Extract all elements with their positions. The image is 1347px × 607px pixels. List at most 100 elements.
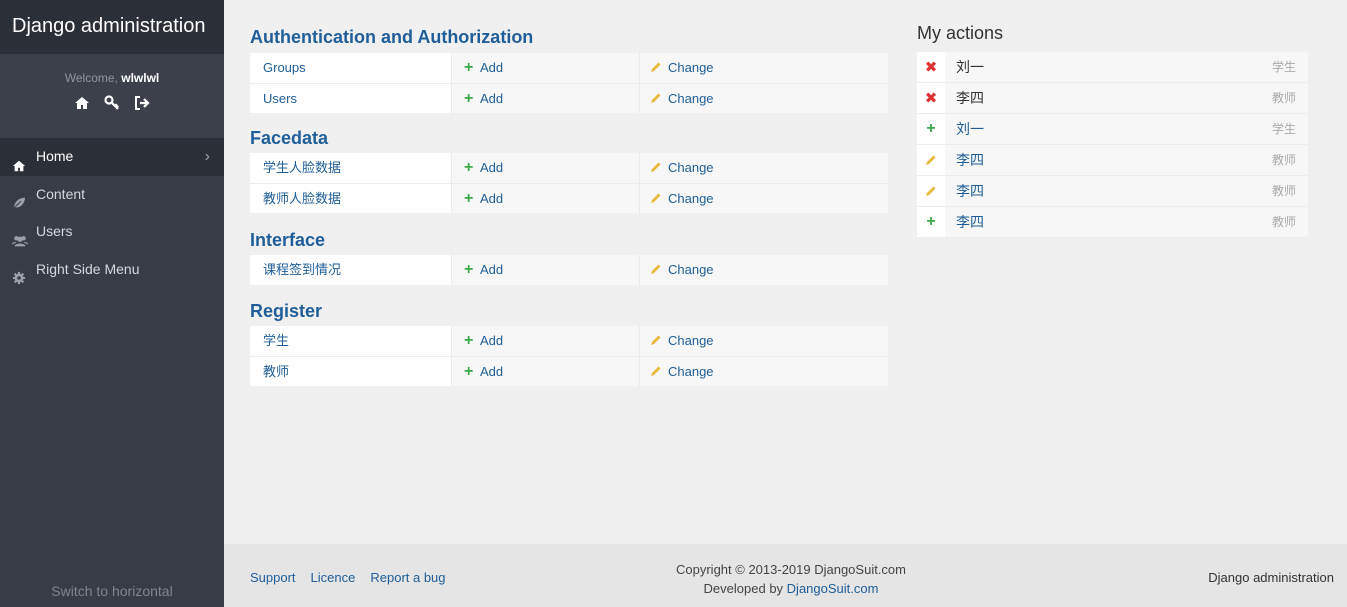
- sidebar-item-label: Content: [36, 185, 86, 202]
- plus-icon: +: [464, 190, 474, 207]
- action-item: ✖ 李四 教师: [917, 83, 1308, 114]
- sidebar: Django administration Welcome, wlwlwl Ho…: [0, 0, 224, 607]
- change-label: Change: [668, 91, 714, 106]
- model-row: 学生 + Add Change: [250, 326, 888, 356]
- change-link[interactable]: Change: [639, 255, 888, 285]
- model-name-link[interactable]: 教师: [250, 357, 451, 386]
- pencil-icon: [650, 256, 662, 274]
- footer-links: Support Licence Report a bug: [250, 570, 446, 585]
- add-link[interactable]: + Add: [451, 53, 639, 83]
- logout-icon[interactable]: [134, 95, 150, 111]
- add-label: Add: [480, 191, 504, 206]
- add-link[interactable]: + Add: [451, 326, 639, 356]
- add-icon: +: [917, 114, 945, 144]
- sidebar-item-home[interactable]: Home ›: [0, 138, 224, 176]
- add-icon: +: [917, 207, 945, 237]
- app-module-interface: Interface 课程签到情况 + Add Change: [250, 228, 888, 285]
- add-label: Add: [480, 364, 504, 379]
- report-bug-link[interactable]: Report a bug: [370, 570, 445, 585]
- sidebar-item-right-side-menu[interactable]: Right Side Menu: [0, 251, 224, 289]
- add-link[interactable]: + Add: [451, 184, 639, 213]
- sidebar-item-label: Right Side Menu: [36, 260, 140, 277]
- sidebar-item-label: Users: [36, 223, 73, 240]
- sidebar-item-users[interactable]: Users: [0, 213, 224, 251]
- change-label: Change: [668, 333, 714, 348]
- plus-icon: +: [464, 59, 474, 76]
- model-name-link[interactable]: Users: [250, 84, 451, 113]
- action-object-link[interactable]: 李四: [945, 207, 1272, 237]
- model-row: 教师人脸数据 + Add Change: [250, 183, 888, 213]
- model-name-link[interactable]: 教师人脸数据: [250, 184, 451, 213]
- delete-icon: ✖: [917, 83, 945, 113]
- action-object-link[interactable]: 李四: [945, 176, 1272, 206]
- plus-icon: +: [464, 261, 474, 278]
- pencil-icon: [650, 54, 662, 72]
- welcome-prefix: Welcome,: [64, 71, 118, 85]
- change-link[interactable]: Change: [639, 184, 888, 213]
- action-object-link[interactable]: 李四: [945, 145, 1272, 175]
- switch-horizontal-link[interactable]: Switch to horizontal: [0, 583, 224, 599]
- model-name-link[interactable]: 学生: [250, 326, 451, 356]
- action-model-type: 教师: [1271, 153, 1296, 167]
- add-label: Add: [480, 333, 504, 348]
- add-link[interactable]: + Add: [451, 84, 639, 113]
- model-row: Users + Add Change: [250, 83, 888, 113]
- pencil-icon: [917, 176, 945, 206]
- module-title[interactable]: Interface: [250, 228, 888, 252]
- model-row: 教师 + Add Change: [250, 356, 888, 386]
- change-link[interactable]: Change: [639, 53, 888, 83]
- change-link[interactable]: Change: [639, 326, 888, 356]
- change-label: Change: [668, 60, 714, 75]
- action-object-name: 李四: [956, 90, 984, 106]
- djangosuit-link[interactable]: DjangoSuit.com: [787, 581, 879, 596]
- model-name-link[interactable]: 学生人脸数据: [250, 153, 451, 183]
- pencil-icon: [650, 327, 662, 345]
- gear-icon: [12, 262, 28, 285]
- add-link[interactable]: + Add: [451, 153, 639, 183]
- change-link[interactable]: Change: [639, 84, 888, 113]
- model-name-link[interactable]: Groups: [250, 53, 451, 83]
- licence-link[interactable]: Licence: [311, 570, 356, 585]
- recent-actions: My actions ✖ 刘一 学生 ✖ 李四 教师 + 刘一 学生 李四 教师…: [917, 22, 1308, 238]
- action-object-link[interactable]: 刘一: [945, 114, 1272, 144]
- model-row: Groups + Add Change: [250, 53, 888, 83]
- welcome-text: Welcome, wlwlwl: [0, 54, 224, 85]
- recent-actions-title: My actions: [917, 23, 1004, 43]
- user-tool-icons: [0, 95, 224, 111]
- add-label: Add: [480, 160, 504, 175]
- module-title[interactable]: Register: [250, 299, 888, 323]
- pencil-icon: [650, 154, 662, 172]
- home-icon[interactable]: [74, 95, 90, 111]
- model-row: 课程签到情况 + Add Change: [250, 255, 888, 285]
- model-row: 学生人脸数据 + Add Change: [250, 153, 888, 183]
- add-label: Add: [480, 262, 504, 277]
- action-object-name: 刘一: [956, 59, 984, 75]
- footer: Support Licence Report a bug Copyright ©…: [224, 544, 1347, 607]
- change-label: Change: [668, 262, 714, 277]
- key-icon[interactable]: [104, 95, 120, 111]
- copyright-line: Copyright © 2013-2019 DjangoSuit.com: [676, 562, 906, 577]
- action-item: 李四 教师: [917, 145, 1308, 176]
- action-model-type: 教师: [1271, 215, 1296, 229]
- action-model-type: 学生: [1271, 60, 1296, 74]
- support-link[interactable]: Support: [250, 570, 296, 585]
- change-link[interactable]: Change: [639, 153, 888, 183]
- plus-icon: +: [464, 90, 474, 107]
- brand-title[interactable]: Django administration: [0, 0, 224, 54]
- add-label: Add: [480, 91, 504, 106]
- add-link[interactable]: + Add: [451, 255, 639, 285]
- action-item: + 刘一 学生: [917, 114, 1308, 145]
- module-title[interactable]: Authentication and Authorization: [250, 25, 888, 49]
- sidebar-nav: Home › Content Users Right Side Menu: [0, 138, 224, 288]
- plus-icon: +: [464, 363, 474, 380]
- pencil-icon: [650, 185, 662, 203]
- main-content: Authentication and Authorization Groups …: [224, 0, 1347, 544]
- change-link[interactable]: Change: [639, 357, 888, 386]
- sidebar-item-content[interactable]: Content: [0, 176, 224, 214]
- model-name-link[interactable]: 课程签到情况: [250, 255, 451, 285]
- module-title[interactable]: Facedata: [250, 126, 888, 150]
- pencil-icon: [917, 145, 945, 175]
- home-icon: [12, 150, 28, 171]
- plus-icon: +: [464, 332, 474, 349]
- add-link[interactable]: + Add: [451, 357, 639, 386]
